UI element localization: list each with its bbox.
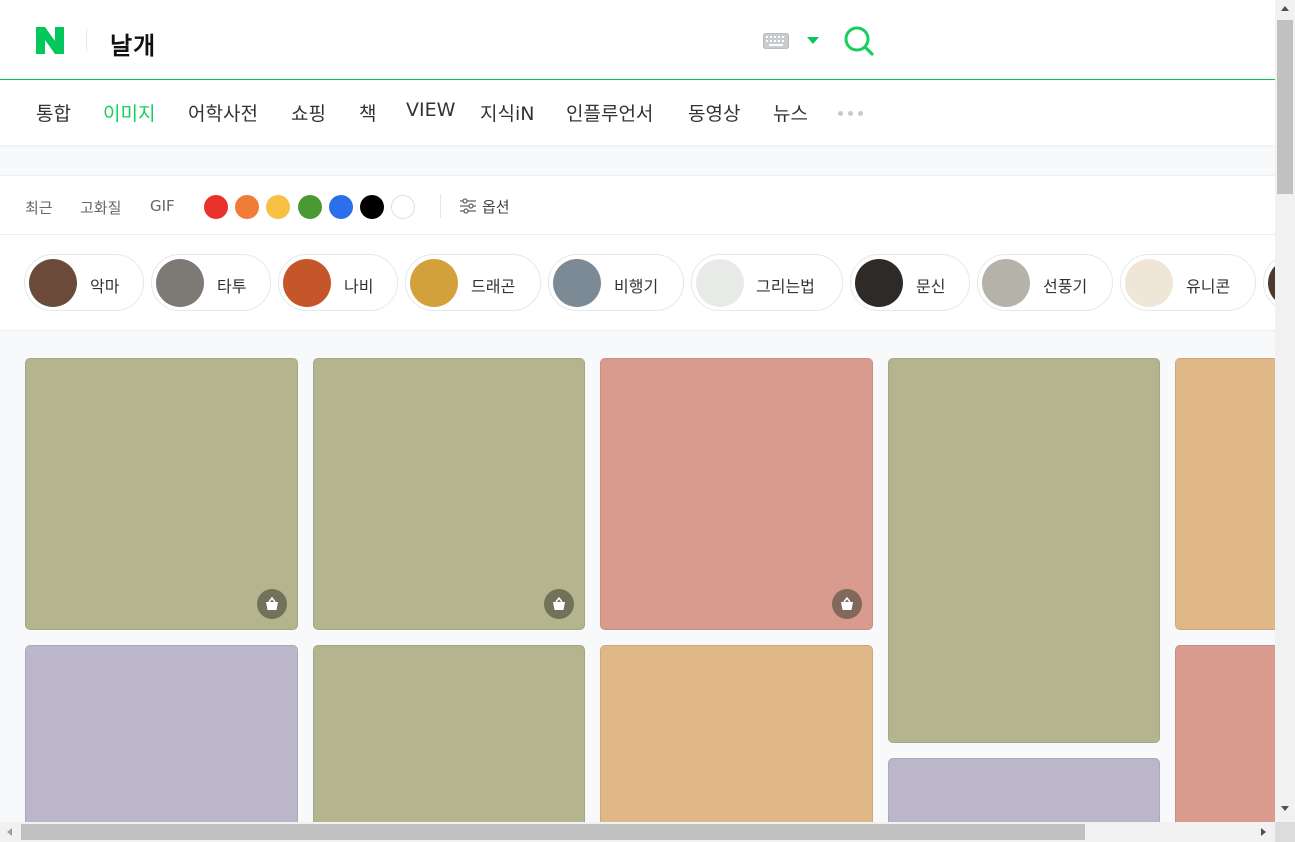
color-filter-yellow[interactable] [266,195,290,219]
image-result[interactable] [600,358,873,630]
vertical-scrollbar[interactable] [1275,0,1295,822]
filter-high-resolution[interactable]: 고화질 [80,197,121,218]
color-filter-black[interactable] [360,195,384,219]
chip-thumbnail [410,259,458,307]
related-chip-dragon[interactable]: 드래곤 [405,254,541,311]
related-keywords: 악마 타투 나비 드래곤 비행기 그리는법 문신 선풍기 유니콘 [0,235,1275,331]
chip-thumbnail [696,259,744,307]
chip-thumbnail [283,259,331,307]
color-filter-orange[interactable] [235,195,259,219]
tab-view[interactable]: VIEW [406,99,455,121]
image-result[interactable] [600,645,873,822]
image-result[interactable] [313,645,585,822]
related-chip-airplane[interactable]: 비행기 [548,254,684,311]
image-filter-bar: 최근 고화질 GIF 옵션 [0,175,1275,235]
image-result[interactable] [888,358,1160,743]
search-query-text[interactable]: 날개 [110,26,156,61]
vertical-scroll-thumb[interactable] [1277,20,1293,194]
color-filter-white[interactable] [391,195,415,219]
filter-divider [440,194,441,218]
tab-dictionary[interactable]: 어학사전 [188,99,258,126]
shopping-bag-icon[interactable] [832,589,862,619]
browser-viewport: 날개 통합 이미지 어학사전 쇼핑 책 VIEW 지식iN 인플루언서 동영상 … [0,0,1275,822]
naver-logo-icon[interactable] [36,27,64,54]
scroll-up-arrow-icon[interactable] [1281,6,1289,11]
filter-gif[interactable]: GIF [150,197,175,215]
options-sliders-icon[interactable] [459,197,477,215]
shopping-bag-icon[interactable] [544,589,574,619]
chip-label: 타투 [217,277,247,296]
tab-kin[interactable]: 지식iN [480,99,534,126]
related-chip-fan[interactable]: 선풍기 [977,254,1113,311]
related-chip-tattoo[interactable]: 타투 [151,254,271,311]
tab-images[interactable]: 이미지 [103,99,155,126]
related-chip-butterfly[interactable]: 나비 [278,254,398,311]
color-filter-blue[interactable] [329,195,353,219]
tab-video[interactable]: 동영상 [688,99,740,126]
image-result[interactable] [313,358,585,630]
chip-label: 비행기 [614,277,659,296]
shopping-bag-icon[interactable] [257,589,287,619]
chip-label: 문신 [916,277,946,296]
tab-news[interactable]: 뉴스 [773,99,808,126]
chip-thumbnail [855,259,903,307]
scroll-down-arrow-icon[interactable] [1281,806,1289,811]
chip-thumbnail [553,259,601,307]
color-filter-red[interactable] [204,195,228,219]
chip-label: 선풍기 [1043,277,1088,296]
more-tabs-icon[interactable] [838,111,863,116]
horizontal-scroll-thumb[interactable] [21,824,1085,840]
tab-all[interactable]: 통합 [36,99,71,126]
tab-shopping[interactable]: 쇼핑 [291,99,326,126]
chip-label: 유니콘 [1186,277,1231,296]
scroll-right-arrow-icon[interactable] [1261,828,1266,836]
chip-thumbnail [156,259,204,307]
related-chip-tattoo-body[interactable]: 문신 [850,254,970,311]
keyboard-icon[interactable] [763,33,789,49]
search-icon[interactable] [843,25,875,57]
chip-thumbnail [982,259,1030,307]
image-result[interactable] [25,645,298,822]
related-chip-partial[interactable] [1263,254,1275,311]
chip-label: 드래곤 [471,277,516,296]
chip-thumbnail [29,259,77,307]
image-result[interactable] [1175,645,1275,822]
chip-label: 악마 [90,277,120,296]
color-filter-green[interactable] [298,195,322,219]
related-chip-demon[interactable]: 악마 [24,254,144,311]
header-divider [86,29,87,51]
chevron-down-icon[interactable] [807,37,819,44]
chip-thumbnail [1125,259,1173,307]
tab-influencer[interactable]: 인플루언서 [566,99,653,126]
search-header: 날개 [0,0,1275,80]
image-result[interactable] [1175,358,1275,630]
image-result[interactable] [25,358,298,630]
chip-label: 나비 [344,277,374,296]
scroll-left-arrow-icon[interactable] [7,828,12,836]
filter-recent[interactable]: 최근 [25,197,53,218]
chip-thumbnail [1268,259,1275,307]
related-chip-unicorn[interactable]: 유니콘 [1120,254,1256,311]
options-button[interactable]: 옵션 [482,196,510,217]
image-result[interactable] [888,758,1160,822]
related-chip-how-to-draw[interactable]: 그리는법 [691,254,843,311]
horizontal-scrollbar[interactable] [0,822,1275,842]
scrollbar-corner [1275,822,1295,842]
chip-label: 그리는법 [756,277,815,296]
tab-books[interactable]: 책 [359,99,376,126]
search-tabs: 통합 이미지 어학사전 쇼핑 책 VIEW 지식iN 인플루언서 동영상 뉴스 [0,81,1275,145]
